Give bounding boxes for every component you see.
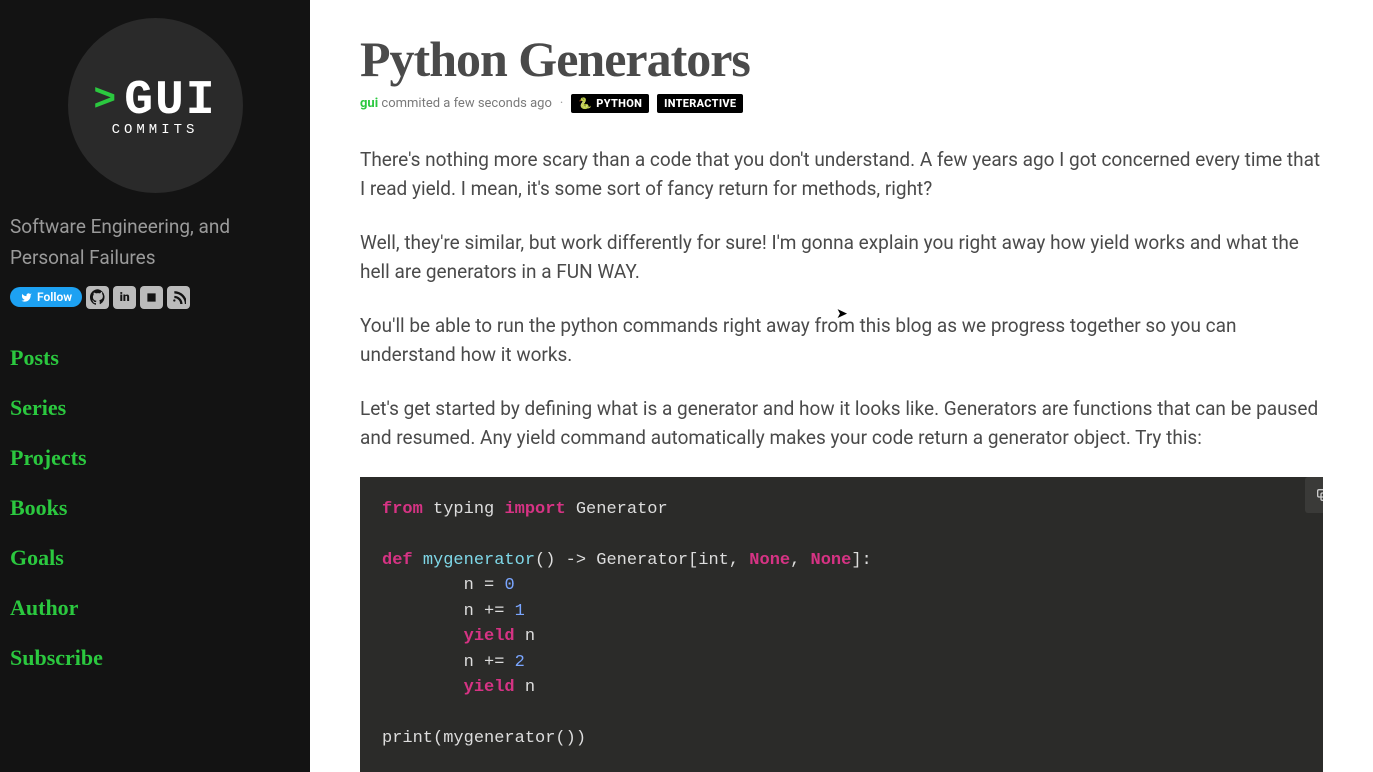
logo[interactable]: > GUI COMMITS — [10, 18, 300, 193]
paragraph: Let's get started by defining what is a … — [360, 394, 1323, 453]
code-line: n += 2 — [382, 650, 1301, 676]
logo-circle: > GUI COMMITS — [68, 18, 243, 193]
code-line: n = 0 — [382, 573, 1301, 599]
paragraph: Well, they're similar, but work differen… — [360, 228, 1323, 287]
code-line — [382, 701, 1301, 727]
paragraph: You'll be able to run the python command… — [360, 311, 1323, 370]
paragraph: There's nothing more scary than a code t… — [360, 145, 1323, 204]
python-logo-icon: 🐍 — [578, 97, 592, 110]
youtube-icon[interactable] — [140, 286, 163, 309]
site-tagline: Software Engineering, and Personal Failu… — [10, 211, 300, 274]
nav-subscribe[interactable]: Subscribe — [10, 633, 300, 683]
post-meta: gui commited a few seconds ago · 🐍 PYTHO… — [360, 94, 1323, 113]
nav-projects[interactable]: Projects — [10, 433, 300, 483]
nav-series[interactable]: Series — [10, 383, 300, 433]
copy-icon — [1315, 487, 1323, 503]
nav-author[interactable]: Author — [10, 583, 300, 633]
post-author[interactable]: gui — [360, 96, 378, 111]
code-line: yield n — [382, 624, 1301, 650]
rss-icon[interactable] — [167, 286, 190, 309]
tag-interactive[interactable]: INTERACTIVE — [657, 94, 743, 113]
logo-subtitle: COMMITS — [112, 122, 199, 138]
tag-interactive-label: INTERACTIVE — [664, 97, 736, 110]
twitter-icon — [20, 292, 33, 303]
code-block: from typing import Generator def mygener… — [360, 477, 1323, 772]
code-line: from typing import Generator — [382, 497, 1301, 523]
tag-python-label: PYTHON — [596, 97, 642, 110]
code-line — [382, 522, 1301, 548]
code-line: yield n — [382, 675, 1301, 701]
copy-code-button[interactable] — [1305, 477, 1323, 513]
prompt-icon: > — [93, 79, 116, 122]
main-content: Python Generators gui commited a few sec… — [310, 0, 1373, 772]
sidebar: > GUI COMMITS Software Engineering, and … — [0, 0, 310, 772]
social-row: Follow in — [10, 286, 300, 309]
logo-title: GUI — [124, 74, 216, 128]
code-line: n += 1 — [382, 599, 1301, 625]
code-line: def mygenerator() -> Generator[int, None… — [382, 548, 1301, 574]
post-time: commited a few seconds ago — [381, 96, 552, 111]
nav-goals[interactable]: Goals — [10, 533, 300, 583]
nav-posts[interactable]: Posts — [10, 333, 300, 383]
github-icon[interactable] — [86, 286, 109, 309]
nav-books[interactable]: Books — [10, 483, 300, 533]
post-title: Python Generators — [360, 30, 1323, 88]
meta-separator: · — [560, 96, 563, 111]
nav-list: Posts Series Projects Books Goals Author… — [10, 333, 300, 683]
tag-python[interactable]: 🐍 PYTHON — [571, 94, 649, 113]
code-line: print(mygenerator()) — [382, 726, 1301, 752]
twitter-follow-button[interactable]: Follow — [10, 287, 82, 307]
twitter-follow-label: Follow — [37, 290, 72, 304]
linkedin-icon[interactable]: in — [113, 286, 136, 309]
